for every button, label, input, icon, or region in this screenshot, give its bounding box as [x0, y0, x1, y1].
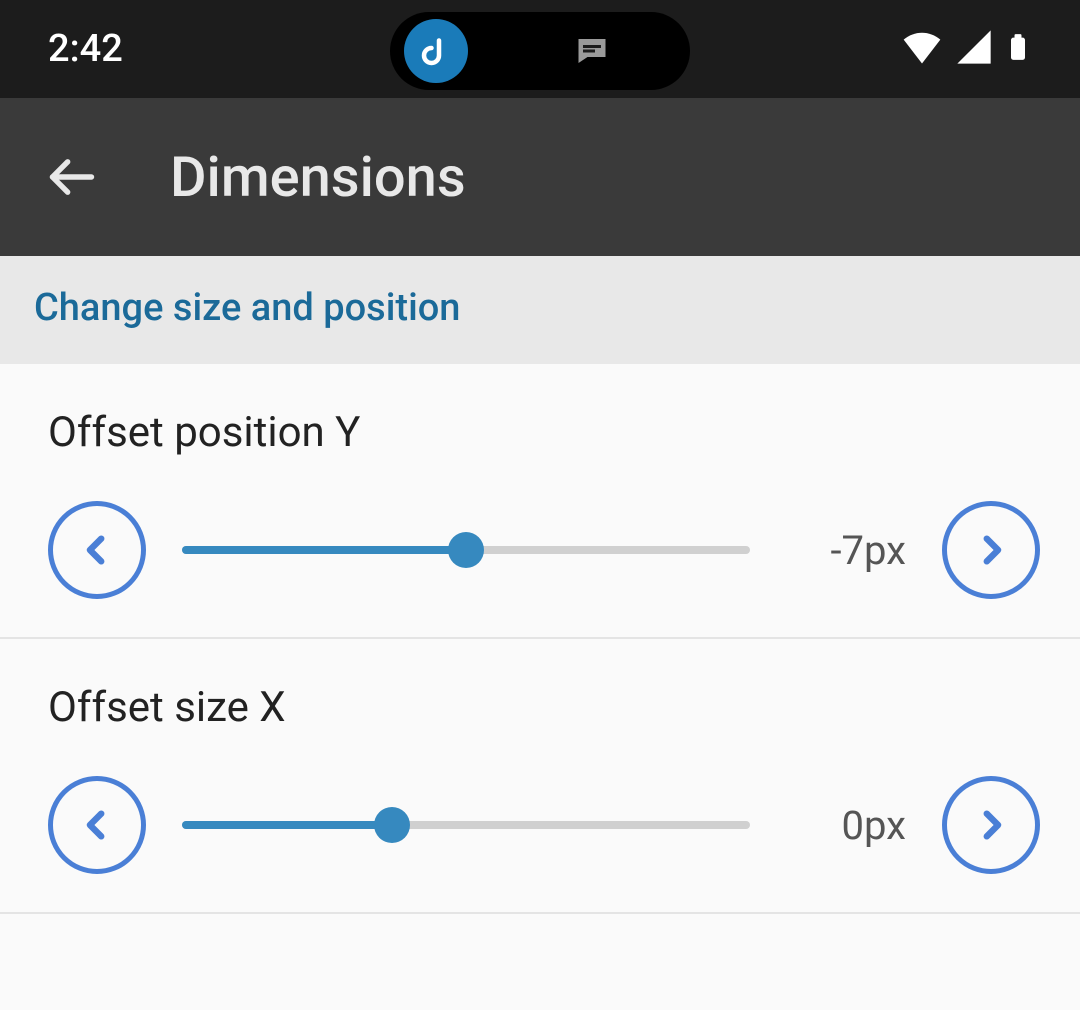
battery-icon [1004, 25, 1032, 73]
slider-row: 0px [48, 776, 1040, 874]
chevron-left-icon [80, 808, 114, 842]
message-icon [568, 33, 616, 69]
page-title: Dimensions [170, 144, 466, 210]
decrease-button[interactable] [48, 776, 146, 874]
settings-list: Offset position Y -7px Offset [0, 364, 1080, 914]
setting-item-offset-y: Offset position Y -7px [0, 364, 1080, 639]
slider-value: 0px [786, 802, 906, 849]
section-title: Change size and position [34, 286, 1046, 330]
increase-button[interactable] [942, 776, 1040, 874]
app-icon [404, 19, 468, 83]
app-bar: Dimensions [0, 98, 1080, 256]
slider-value: -7px [786, 527, 906, 574]
section-header: Change size and position [0, 256, 1080, 364]
status-icons [900, 25, 1032, 73]
setting-item-offset-size-x: Offset size X 0px [0, 639, 1080, 914]
status-bar: 2:42 [0, 0, 1080, 98]
wifi-icon [900, 25, 944, 73]
signal-icon [954, 27, 994, 71]
setting-label: Offset position Y [48, 408, 1040, 457]
increase-button[interactable] [942, 501, 1040, 599]
setting-label: Offset size X [48, 683, 1040, 732]
slider[interactable] [182, 530, 750, 570]
status-time: 2:42 [48, 27, 123, 71]
notification-pill[interactable] [390, 12, 690, 90]
decrease-button[interactable] [48, 501, 146, 599]
chevron-right-icon [974, 808, 1008, 842]
slider[interactable] [182, 805, 750, 845]
arrow-left-icon [46, 151, 98, 203]
slider-row: -7px [48, 501, 1040, 599]
back-button[interactable] [44, 149, 100, 205]
chevron-left-icon [80, 533, 114, 567]
chevron-right-icon [974, 533, 1008, 567]
